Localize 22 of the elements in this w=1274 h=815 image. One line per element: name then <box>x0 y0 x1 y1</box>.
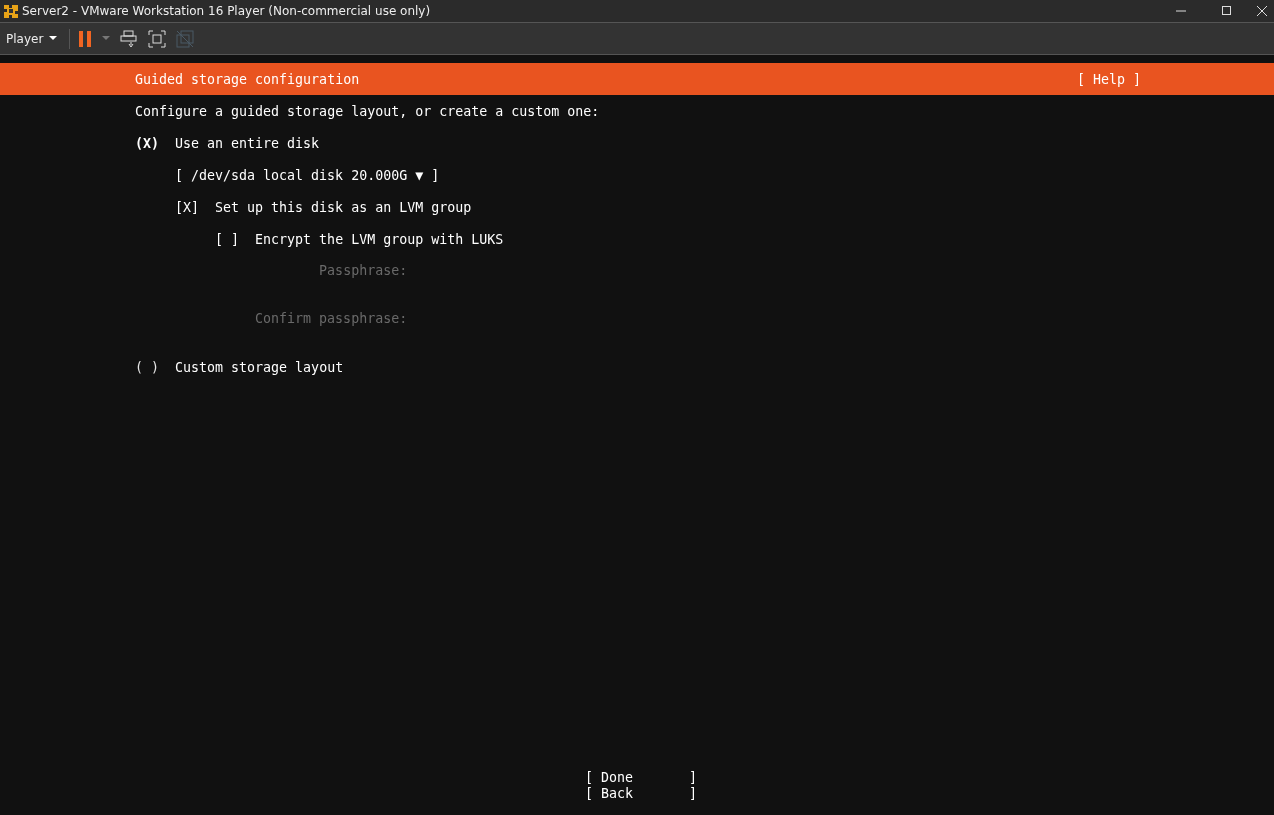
maximize-icon[interactable] <box>1221 5 1233 17</box>
field-label: Confirm passphrase: <box>254 311 408 326</box>
radio-button[interactable]: (X) <box>135 135 160 151</box>
disk-dropdown[interactable]: [ /dev/sda local disk 20.000G ▼ ] <box>175 167 440 183</box>
field-label: Passphrase: <box>318 263 408 278</box>
action-button[interactable]: [ Done ] <box>585 770 698 786</box>
lvm-checkbox[interactable]: [X] Set up this disk as an LVM group <box>175 199 472 215</box>
help-button[interactable]: [ Help ] <box>1076 71 1141 87</box>
action-button[interactable]: [ Back ] <box>585 786 698 802</box>
fullscreen-icon[interactable] <box>146 27 169 50</box>
dropdown-icon[interactable] <box>100 34 113 43</box>
caret-icon[interactable] <box>49 36 58 41</box>
encrypt-checkbox[interactable]: [ ] Encrypt the LVM group with LUKS <box>215 231 504 247</box>
option-label: Use an entire disk <box>175 135 320 151</box>
intro-text: Configure a guided storage layout, or create a custom one: <box>135 103 600 119</box>
screen-title: Guided storage configuration <box>135 71 360 87</box>
menu-label[interactable]: Player <box>6 31 44 46</box>
close-icon[interactable] <box>1256 5 1268 17</box>
app-logo-icon <box>3 3 19 19</box>
option-label: Custom storage layout <box>175 359 344 375</box>
window-title: Server2 - VMware Workstation 16 Player (Non-commercial use only) <box>22 4 431 18</box>
radio-button[interactable]: ( ) <box>135 359 160 375</box>
